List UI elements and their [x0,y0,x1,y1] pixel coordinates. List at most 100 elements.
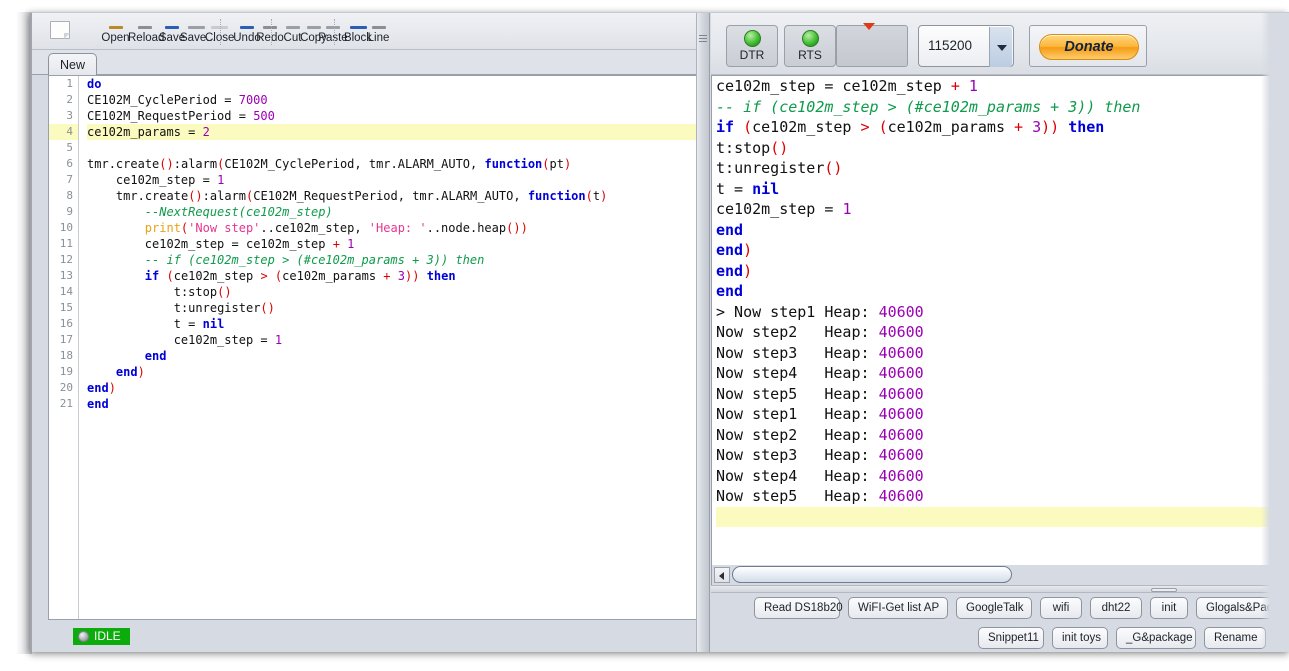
code-line[interactable] [87,140,696,156]
snippet-button--g-package[interactable]: _G&package [1116,627,1196,649]
terminal-line: Now step3 Heap: 40600 [716,343,924,362]
code-line[interactable]: t:unregister() [87,300,696,316]
toolbar-separator [334,19,335,45]
donate-button[interactable]: Donate [1039,34,1139,60]
editor-toolbar: Open Reload Save Save... Close Undo Redo Cut Cop… [32,13,696,50]
snippet-button-read-ds18b20[interactable]: Read DS18b20 [754,597,843,619]
code-line[interactable]: CE102M_RequestPeriod = 500 [87,108,696,124]
snippet-button-rename[interactable]: Rename [1204,627,1266,649]
line-number: 21 [59,397,73,410]
line-number: 12 [59,253,73,266]
splitter-grip-icon [699,35,707,44]
arrow-left-icon[interactable] [714,567,730,583]
terminal-output[interactable]: ce102m_step = ce102m_step + 1 -- if (ce10… [711,75,1289,565]
terminal-line: > Now step1 Heap: 40600 [716,302,924,321]
code-line[interactable]: ce102m_step = ce102m_step + 1 [87,236,696,252]
terminal-line: end) [716,241,753,259]
terminal-line: t:unregister() [716,159,843,177]
line-number: 17 [59,333,73,346]
snippet-button-init[interactable]: init [1150,597,1188,619]
terminal-line: t = nil [716,179,780,198]
line-number-gutter: 1 2 3 4 5 6 7 8 9 10 11 12 13 14 15 16 17 18 19 20 21 [49,76,79,619]
code-line[interactable]: end [87,348,696,364]
terminal-line: Now step5 Heap: 40600 [716,487,924,505]
code-line[interactable]: if (ce102m_step > (ce102m_params + 3)) t… [87,268,696,284]
redo-icon [259,17,281,30]
terminal-line: ce102m_step = 1 [716,200,852,218]
snippet-button-glogals-pack[interactable]: Glogals&Pack [1196,597,1278,619]
terminal-line: Now step2 Heap: 40600 [716,425,924,444]
line-comment-icon [368,17,390,30]
terminal-line: end) [716,261,753,280]
code-line[interactable]: print('Now step'..ce102m_step, 'Heap: '.… [87,220,696,236]
status-led-icon [78,631,89,642]
code-line[interactable]: -- if (ce102m_step > (#ce102m_params + 3… [87,252,696,268]
line-number: 20 [59,381,73,394]
line-number: 10 [59,221,73,234]
line-number: 18 [59,349,73,362]
toolbar-button-line[interactable]: Line [364,17,393,48]
terminal-line: Now step3 Heap: 40600 [716,446,924,464]
code-line[interactable]: CE102M_CyclePeriod = 7000 [87,92,696,108]
code-line[interactable]: tmr.create():alarm(CE102M_RequestPeriod,… [87,188,696,204]
unlabeled-toolbar-button[interactable] [836,23,908,67]
terminal-bottom-divider[interactable] [711,585,1289,593]
terminal-line: Now step2 Heap: 40600 [716,323,924,341]
code-line[interactable]: ce102m_step = 1 [87,332,696,348]
toolbar-separator [271,19,272,45]
code-editor[interactable]: 1 2 3 4 5 6 7 8 9 10 11 12 13 14 15 16 17 18 19 20 21 do CE10… [48,75,696,620]
code-line[interactable]: do [87,76,696,92]
new-document-icon[interactable] [50,21,70,39]
code-line[interactable]: ce102m_params = 2 [87,124,696,140]
line-number: 3 [66,109,73,122]
line-number: 1 [66,77,73,90]
line-number: 11 [59,237,73,250]
terminal-line: if (ce102m_step > (ce102m_params + 3)) t… [716,118,1105,136]
toolbar-button-label: Line [367,32,390,44]
chevron-down-icon[interactable] [989,27,1012,67]
baud-rate-value: 115200 [928,38,973,53]
code-line[interactable]: end [87,396,696,412]
red-arrow-icon [863,23,875,30]
code-line[interactable]: --NextRequest(ce102m_step) [87,204,696,220]
rts-button[interactable]: RTS [784,25,836,67]
code-line[interactable]: t:stop() [87,284,696,300]
folder-open-icon [105,17,127,30]
tab-new[interactable]: New [48,53,98,76]
line-number: 6 [66,157,73,170]
snippet-button-row-2: Snippet11 init toys _G&package Rename [711,627,1289,649]
line-number: 5 [66,141,73,154]
rts-label: RTS [798,48,822,62]
snippet-button-dht22[interactable]: dht22 [1090,597,1142,619]
snippet-button-wifi-get-list-ap[interactable]: WiFI-Get list AP [848,597,948,619]
code-line[interactable]: tmr.create():alarm(CE102M_CyclePeriod, t… [87,156,696,172]
line-number: 15 [59,301,73,314]
snippet-button-row-1: Read DS18b20 WiFI-Get list AP GoogleTalk wi… [711,597,1289,619]
dtr-button[interactable]: DTR [726,25,778,67]
code-line[interactable]: end) [87,364,696,380]
code-line[interactable]: end) [87,380,696,396]
terminal-line [716,506,1289,527]
terminal-line: Now step4 Heap: 40600 [716,466,924,485]
scrollbar-thumb[interactable] [732,566,1012,583]
code-text-area[interactable]: do CE102M_CyclePeriod = 7000 CE102M_Reques… [80,76,696,619]
dtr-label: DTR [739,48,765,62]
code-line[interactable]: ce102m_step = 1 [87,172,696,188]
pane-splitter[interactable] [696,13,710,652]
toolbar-button-reload[interactable]: Reload [128,17,164,48]
divider-grip-icon [1151,588,1177,592]
snippet-button-init-toys[interactable]: init toys [1052,627,1108,649]
editor-tabstrip: New [32,50,696,76]
status-badge: IDLE [73,628,130,645]
snippet-button-wifi[interactable]: wifi [1040,597,1082,619]
window-frame: Open Reload Save Save... Close Undo Redo Cut Cop… [30,12,1289,652]
terminal-horizontal-scrollbar[interactable] [711,565,1289,585]
terminal-line: Now step5 Heap: 40600 [716,384,924,403]
code-line[interactable]: t = nil [87,316,696,332]
snippet-button-snippet11[interactable]: Snippet11 [978,627,1044,649]
baud-rate-select[interactable]: 115200 [918,25,1014,67]
terminal-line: -- if (ce102m_step > (#ce102m_params + 3… [716,97,1141,116]
snippet-button-googletalk[interactable]: GoogleTalk [956,597,1032,619]
green-led-icon [801,30,819,47]
toolbar-button-open[interactable]: Open [101,17,130,48]
